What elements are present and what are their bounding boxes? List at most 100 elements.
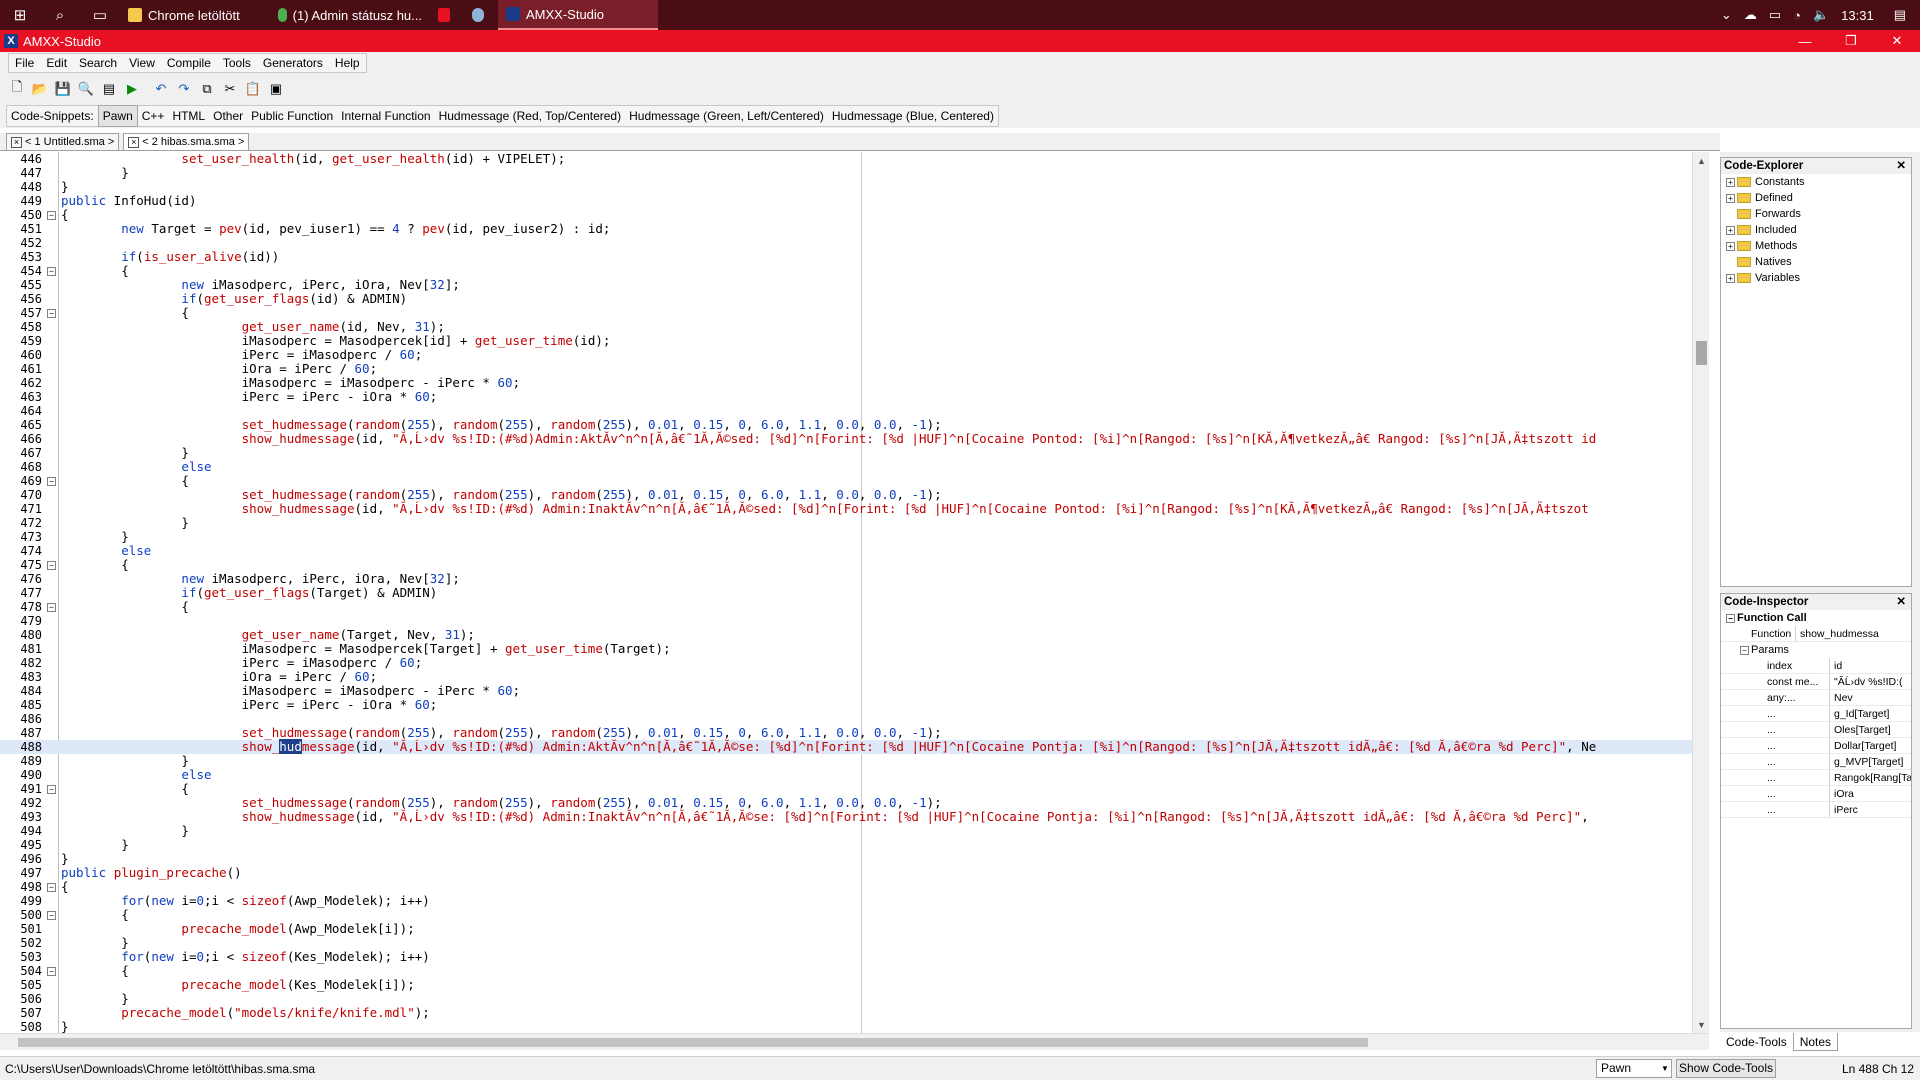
code-line[interactable]: 500− { bbox=[0, 908, 1692, 923]
inspector-params-node[interactable]: − Params bbox=[1721, 642, 1911, 658]
code-text[interactable]: { bbox=[61, 880, 69, 894]
code-text[interactable]: else bbox=[61, 460, 211, 474]
code-text[interactable]: set_hudmessage(random(255), random(255),… bbox=[61, 796, 942, 810]
code-line[interactable]: 486 bbox=[0, 712, 1692, 726]
code-line[interactable]: 503 for(new i=0;i < sizeof(Kes_Modelek);… bbox=[0, 950, 1692, 965]
snippet-public-function[interactable]: Public Function bbox=[247, 106, 337, 126]
volume-icon[interactable]: 🔈 bbox=[1807, 7, 1835, 23]
code-text[interactable]: } bbox=[61, 838, 129, 852]
expand-icon[interactable]: + bbox=[1726, 273, 1735, 283]
code-text[interactable]: if(is_user_alive(id)) bbox=[61, 250, 279, 264]
code-editor[interactable]: 446 set_user_health(id, get_user_health(… bbox=[0, 152, 1692, 1033]
code-text[interactable]: set_user_health(id, get_user_health(id) … bbox=[61, 152, 565, 166]
code-line[interactable]: 448} bbox=[0, 180, 1692, 195]
code-text[interactable]: } bbox=[61, 936, 129, 950]
code-line[interactable]: 487 set_hudmessage(random(255), random(2… bbox=[0, 726, 1692, 741]
code-text[interactable]: } bbox=[61, 992, 129, 1006]
fold-toggle-icon[interactable]: − bbox=[47, 309, 56, 318]
code-text[interactable]: { bbox=[61, 264, 129, 278]
snippet-internal-function[interactable]: Internal Function bbox=[337, 106, 434, 126]
code-text[interactable]: { bbox=[61, 306, 189, 320]
code-text[interactable]: } bbox=[61, 166, 129, 180]
code-line[interactable]: 447 } bbox=[0, 166, 1692, 181]
code-text[interactable]: new Target = pev(id, pev_iuser1) == 4 ? … bbox=[61, 222, 610, 236]
close-icon[interactable]: ✕ bbox=[1896, 594, 1911, 610]
taskbar-item-explorer[interactable]: Chrome letöltött bbox=[120, 0, 270, 30]
code-text[interactable]: } bbox=[61, 754, 189, 768]
open-folder-icon[interactable]: 📂 bbox=[29, 78, 51, 100]
code-line[interactable]: 489 } bbox=[0, 754, 1692, 769]
code-line[interactable]: 455 new iMasodperc, iPerc, iOra, Nev[32]… bbox=[0, 278, 1692, 293]
code-text[interactable]: iPerc = iPerc - iOra * 60; bbox=[61, 698, 438, 712]
new-file-icon[interactable]: 🗋 bbox=[6, 78, 28, 100]
explorer-node[interactable]: + Constants bbox=[1721, 174, 1911, 190]
code-line[interactable]: 499 for(new i=0;i < sizeof(Awp_Modelek);… bbox=[0, 894, 1692, 909]
cut-icon[interactable]: ✂ bbox=[219, 78, 241, 100]
code-text[interactable]: iPerc = iPerc - iOra * 60; bbox=[61, 390, 438, 404]
code-line[interactable]: 482 iPerc = iMasodperc / 60; bbox=[0, 656, 1692, 671]
code-line[interactable]: 502 } bbox=[0, 936, 1692, 951]
close-icon[interactable]: ✕ bbox=[1896, 158, 1911, 174]
inspector-param-row[interactable]: ... g_MVP[Target] bbox=[1721, 754, 1911, 770]
code-text[interactable]: show_hudmessage(id, "Ă‚Ĺ›dv %s!ID:(#%d)A… bbox=[61, 432, 1597, 446]
code-text[interactable]: public plugin_precache() bbox=[61, 866, 242, 880]
clock[interactable]: 13:31 bbox=[1835, 8, 1880, 23]
code-text[interactable]: iMasodperc = iMasodperc - iPerc * 60; bbox=[61, 684, 520, 698]
explorer-node[interactable]: + Methods bbox=[1721, 238, 1911, 254]
show-code-tools-button[interactable]: Show Code-Tools bbox=[1676, 1059, 1776, 1078]
code-text[interactable]: for(new i=0;i < sizeof(Awp_Modelek); i++… bbox=[61, 894, 430, 908]
copy-icon[interactable]: ⧉ bbox=[196, 78, 218, 100]
code-line[interactable]: 480 get_user_name(Target, Nev, 31); bbox=[0, 628, 1692, 643]
expand-icon[interactable]: + bbox=[1726, 241, 1735, 251]
close-tab-icon[interactable]: × bbox=[128, 136, 140, 148]
code-line[interactable]: 470 set_hudmessage(random(255), random(2… bbox=[0, 488, 1692, 503]
code-line[interactable]: 457− { bbox=[0, 306, 1692, 321]
code-line[interactable]: 507 precache_model("models/knife/knife.m… bbox=[0, 1006, 1692, 1021]
menu-edit[interactable]: Edit bbox=[40, 54, 73, 72]
code-line[interactable]: 464 bbox=[0, 404, 1692, 418]
compile-icon[interactable]: ▤ bbox=[98, 78, 120, 100]
search-icon[interactable]: 🔍 bbox=[75, 78, 97, 100]
expand-icon[interactable]: + bbox=[1726, 193, 1735, 203]
fold-toggle-icon[interactable]: − bbox=[47, 967, 56, 976]
code-line[interactable]: 478− { bbox=[0, 600, 1692, 615]
code-text[interactable]: show_hudmessage(id, "Ă‚Ĺ›dv %s!ID:(#%d) … bbox=[61, 810, 1589, 824]
scrollbar-thumb[interactable] bbox=[18, 1038, 1368, 1047]
fold-toggle-icon[interactable]: − bbox=[47, 477, 56, 486]
fold-toggle-icon[interactable]: − bbox=[47, 603, 56, 612]
code-text[interactable]: precache_model(Awp_Modelek[i]); bbox=[61, 922, 414, 936]
code-line[interactable]: 469− { bbox=[0, 474, 1692, 489]
taskbar-item-chrome[interactable]: (1) Admin státusz hu... bbox=[270, 0, 430, 30]
snippet-cpp[interactable]: C++ bbox=[138, 106, 169, 126]
windows-start-icon[interactable]: ⊞ bbox=[0, 0, 40, 30]
code-text[interactable]: set_hudmessage(random(255), random(255),… bbox=[61, 488, 942, 502]
code-text[interactable]: } bbox=[61, 852, 69, 866]
code-line[interactable]: 494 } bbox=[0, 824, 1692, 839]
code-line[interactable]: 485 iPerc = iPerc - iOra * 60; bbox=[0, 698, 1692, 713]
code-line[interactable]: 458 get_user_name(id, Nev, 31); bbox=[0, 320, 1692, 335]
code-text[interactable]: iPerc = iMasodperc / 60; bbox=[61, 348, 423, 362]
expand-icon[interactable]: + bbox=[1726, 225, 1735, 235]
code-line[interactable]: 454− { bbox=[0, 264, 1692, 279]
code-line[interactable]: 449 public InfoHud(id) bbox=[0, 194, 1692, 209]
code-line[interactable]: 474 else bbox=[0, 544, 1692, 559]
code-line[interactable]: 497 public plugin_precache() bbox=[0, 866, 1692, 881]
scroll-up-icon[interactable]: ▲ bbox=[1693, 152, 1710, 169]
explorer-node[interactable]: + Variables bbox=[1721, 270, 1911, 286]
inspector-param-row[interactable]: const me... "ĂĹ›dv %s!ID:( bbox=[1721, 674, 1911, 690]
inspector-param-row[interactable]: any:... Nev bbox=[1721, 690, 1911, 706]
code-text[interactable]: } bbox=[61, 824, 189, 838]
code-text[interactable]: { bbox=[61, 600, 189, 614]
menu-tools[interactable]: Tools bbox=[217, 54, 257, 72]
code-line[interactable]: 481 iMasodperc = Masodpercek[Target] + g… bbox=[0, 642, 1692, 657]
code-line[interactable]: 462 iMasodperc = iMasodperc - iPerc * 60… bbox=[0, 376, 1692, 391]
inspector-param-row[interactable]: ... iPerc bbox=[1721, 802, 1911, 818]
code-text[interactable]: iMasodperc = iMasodperc - iPerc * 60; bbox=[61, 376, 520, 390]
menu-search[interactable]: Search bbox=[73, 54, 123, 72]
code-text[interactable]: { bbox=[61, 782, 189, 796]
save-icon[interactable]: 💾 bbox=[52, 78, 74, 100]
code-line[interactable]: 498−{ bbox=[0, 880, 1692, 895]
code-line[interactable]: 476 new iMasodperc, iPerc, iOra, Nev[32]… bbox=[0, 572, 1692, 587]
code-text[interactable]: { bbox=[61, 964, 129, 978]
task-view-icon[interactable]: ▭ bbox=[80, 0, 120, 30]
